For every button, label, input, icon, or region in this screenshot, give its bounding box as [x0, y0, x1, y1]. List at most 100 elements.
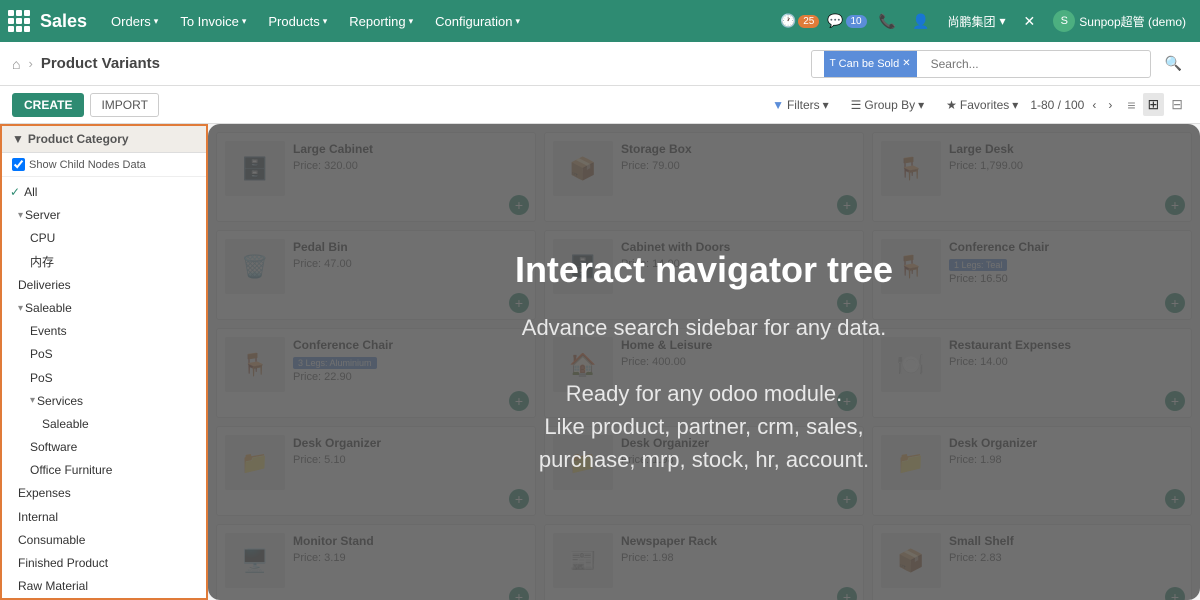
favorites-button[interactable]: ★ Favorites ▾ — [940, 95, 1024, 115]
remove-tag-button[interactable]: ✕ — [902, 58, 910, 69]
kanban-view-button[interactable]: ⊞ — [1143, 93, 1165, 116]
avatar: S — [1053, 10, 1075, 32]
user-menu-button[interactable]: S Sunpop超管 (demo) — [1047, 8, 1192, 34]
nav-reporting[interactable]: Reporting ▾ — [341, 10, 421, 33]
sidebar-tree-item[interactable]: PoS — [2, 343, 206, 366]
sidebar-tree-item[interactable]: ▾ Server — [2, 204, 206, 227]
sidebar-tree-item[interactable]: Expenses — [2, 482, 206, 505]
caret-icon: ▾ — [18, 208, 23, 224]
org-button[interactable]: 尚鹏集团 ▾ — [942, 11, 1012, 32]
chevron-down-icon: ▾ — [515, 16, 520, 27]
pagination: 1-80 / 100 ‹ › — [1030, 97, 1116, 113]
search-input[interactable] — [925, 51, 1138, 77]
filter-icon: ▼ — [772, 98, 784, 112]
caret-icon: ▾ — [30, 393, 35, 409]
message-badge-btn[interactable]: 💬 10 — [827, 13, 866, 29]
sidebar-tree-item[interactable]: Office Furniture — [2, 459, 206, 482]
sidebar-tree-item[interactable]: ▾ Saleable — [2, 297, 206, 320]
toolbar: CREATE IMPORT ▼ Filters ▾ ☰ Group By ▾ ★… — [0, 86, 1200, 124]
promo-overlay: Interact navigator tree Advance search s… — [208, 124, 1200, 600]
nav-configuration[interactable]: Configuration ▾ — [427, 10, 528, 33]
sidebar-header: ▼ Product Category — [2, 126, 206, 153]
tree-item-label: Software — [30, 438, 77, 457]
chevron-down-icon: ▾ — [409, 16, 414, 27]
nav-orders[interactable]: Orders ▾ — [103, 10, 166, 33]
category-icon: ▼ — [12, 132, 24, 146]
tree-item-label: Saleable — [42, 415, 89, 434]
create-button[interactable]: CREATE — [12, 93, 84, 117]
chevron-down-icon: ▾ — [823, 98, 829, 112]
next-page-button[interactable]: › — [1104, 97, 1116, 113]
sidebar-tree-item[interactable]: CPU — [2, 227, 206, 250]
tree-item-label: PoS — [30, 369, 53, 388]
show-child-nodes-toggle[interactable]: Show Child Nodes Data — [2, 153, 206, 177]
sidebar-tree-item[interactable]: Raw Material — [2, 575, 206, 598]
main-content: ▼ Product Category Show Child Nodes Data… — [0, 124, 1200, 600]
chevron-down-icon: ▾ — [242, 16, 247, 27]
breadcrumb-bar: ⌂ › Product Variants T Can be Sold ✕ 🔍 — [0, 42, 1200, 86]
top-navigation: Sales Orders ▾ To Invoice ▾ Products ▾ R… — [0, 0, 1200, 42]
list-view-button[interactable]: ≡ — [1122, 94, 1140, 116]
tree-item-label: Deliveries — [18, 276, 71, 295]
caret-icon: ▾ — [18, 301, 23, 317]
tree-item-label: CPU — [30, 229, 55, 248]
overlay-body: Advance search sidebar for any data.Read… — [522, 311, 886, 476]
tree-item-label: 内存 — [30, 253, 54, 272]
nav-products[interactable]: Products ▾ — [260, 10, 335, 33]
filter-icon: T — [830, 58, 836, 69]
filter-group: ▼ Filters ▾ ☰ Group By ▾ ★ Favorites ▾ — [766, 95, 1024, 115]
tree-item-label: Server — [25, 206, 60, 225]
category-tree: ✓All▾ ServerCPU内存Deliveries▾ SaleableEve… — [2, 177, 206, 600]
apps-grid-icon[interactable] — [8, 10, 30, 32]
chevron-down-icon: ▾ — [1012, 98, 1018, 112]
view-toggle: ≡ ⊞ ⊟ — [1122, 93, 1188, 116]
chevron-down-icon: ▾ — [154, 16, 159, 27]
product-area: 🗄️ Large Cabinet Price: 320.00 + 📦 Stora… — [208, 124, 1200, 600]
chevron-down-icon: ▾ — [918, 98, 924, 112]
search-icon[interactable]: 🔍 — [1159, 55, 1188, 72]
nav-to-invoice[interactable]: To Invoice ▾ — [172, 10, 254, 33]
sidebar-tree-item[interactable]: Finished Product — [2, 552, 206, 575]
sidebar-tree-item[interactable]: ▾ Services — [2, 390, 206, 413]
sidebar-tree-item[interactable]: Software — [2, 436, 206, 459]
message-icon: 💬 — [827, 13, 843, 29]
import-button[interactable]: IMPORT — [90, 93, 158, 117]
star-icon: ★ — [946, 98, 957, 112]
show-child-checkbox[interactable] — [12, 158, 25, 171]
sidebar-tree-item[interactable]: 内存 — [2, 251, 206, 274]
home-icon[interactable]: ⌂ — [12, 56, 20, 72]
phone-icon[interactable]: 📞 — [875, 11, 900, 32]
chevron-down-icon: ▾ — [323, 16, 328, 27]
breadcrumb-separator: › — [28, 56, 32, 71]
page-title: Product Variants — [41, 55, 160, 72]
contacts-icon[interactable]: 👤 — [908, 11, 933, 32]
group-icon: ☰ — [851, 98, 862, 112]
search-bar: T Can be Sold ✕ — [811, 50, 1151, 78]
tree-item-label: Services — [37, 392, 83, 411]
clock-badge-btn[interactable]: 🕐 25 — [780, 13, 819, 29]
prev-page-button[interactable]: ‹ — [1088, 97, 1100, 113]
sidebar-tree-item[interactable]: Events — [2, 320, 206, 343]
tree-item-label: PoS — [30, 345, 53, 364]
sidebar-tree-item[interactable]: Consumable — [2, 529, 206, 552]
sidebar: ▼ Product Category Show Child Nodes Data… — [0, 124, 208, 600]
sidebar-tree-item[interactable]: ✓All — [2, 181, 206, 204]
tree-item-label: Expenses — [18, 484, 71, 503]
sidebar-tree-item[interactable]: Saleable — [2, 413, 206, 436]
sidebar-tree-item[interactable]: Deliveries — [2, 274, 206, 297]
tree-item-label: Events — [30, 322, 67, 341]
tree-item-label: Office Furniture — [30, 461, 112, 480]
close-icon[interactable]: ✕ — [1020, 11, 1040, 32]
filters-button[interactable]: ▼ Filters ▾ — [766, 95, 835, 115]
sidebar-tree-item[interactable]: Internal — [2, 506, 206, 529]
search-tag: T Can be Sold ✕ — [824, 51, 917, 77]
tree-item-label: All — [24, 183, 37, 202]
tree-item-label: Internal — [18, 508, 58, 527]
sidebar-tree-item[interactable]: PoS — [2, 367, 206, 390]
brand-logo[interactable]: Sales — [40, 11, 87, 32]
grid-view-button[interactable]: ⊟ — [1166, 93, 1188, 116]
group-by-button[interactable]: ☰ Group By ▾ — [845, 95, 931, 115]
tree-item-label: Consumable — [18, 531, 85, 550]
tree-item-label: Raw Material — [18, 577, 88, 596]
tree-item-label: Saleable — [25, 299, 72, 318]
